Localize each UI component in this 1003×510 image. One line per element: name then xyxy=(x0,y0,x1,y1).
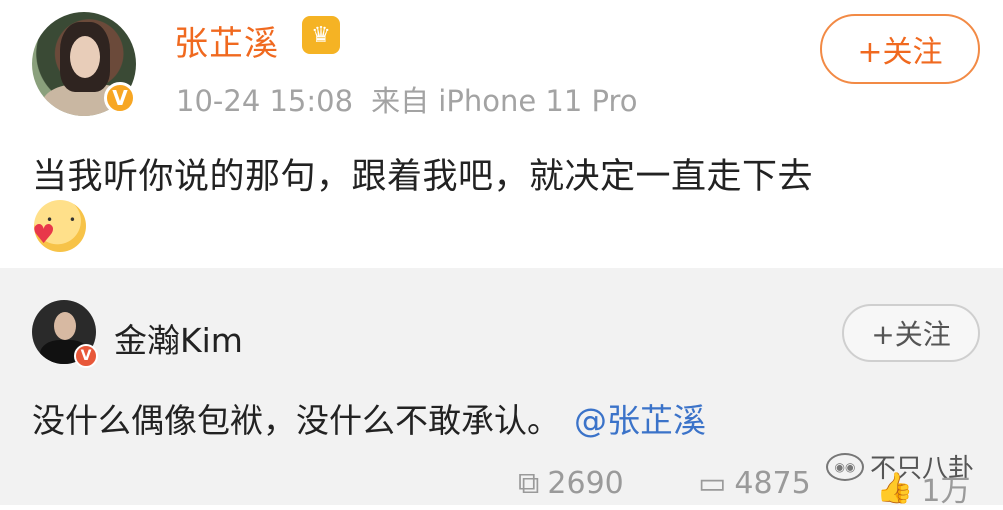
post-text: 当我听你说的那句，跟着我吧，就决定一直走下去 xyxy=(32,157,814,197)
follow-button[interactable]: +关注 xyxy=(820,14,980,84)
author-name[interactable]: 张芷溪 xyxy=(174,16,279,65)
reposted-content[interactable]: V 金瀚Kim +关注 没什么偶像包袱，没什么不敢承认。 @张芷溪 ◉◉ 不只八卦… xyxy=(0,268,1003,509)
action-bar: ⧉ 2690 ▭ 4875 👍 1万 xyxy=(0,466,1003,509)
repost-text: 没什么偶像包袱，没什么不敢承认。 @张芷溪 xyxy=(32,394,706,442)
weibo-post: V 张芷溪 ♛ 10-24 15:08 来自 iPhone 11 Pro +关注 … xyxy=(0,0,1003,268)
verified-v-icon: V xyxy=(74,344,98,368)
like-count: 1万 xyxy=(921,474,971,509)
crown-icon[interactable]: ♛ xyxy=(302,16,340,54)
repost-count: 2690 xyxy=(547,466,624,501)
like-action[interactable]: 👍 1万 xyxy=(876,466,970,510)
mention-link[interactable]: @张芷溪 xyxy=(574,401,706,440)
repost-follow-button[interactable]: +关注 xyxy=(842,304,980,362)
repost-action[interactable]: ⧉ 2690 xyxy=(518,466,624,501)
post-timestamp: 10-24 15:08 xyxy=(176,84,354,118)
post-source: 来自 iPhone 11 Pro xyxy=(371,84,638,118)
thumbs-up-icon: 👍 xyxy=(876,470,914,506)
comment-icon: ▭ xyxy=(698,466,727,501)
comment-action[interactable]: ▭ 4875 xyxy=(698,466,811,501)
post-meta: 10-24 15:08 来自 iPhone 11 Pro xyxy=(176,78,656,120)
repost-author-name[interactable]: 金瀚Kim xyxy=(114,314,243,362)
blush-heart-emoji-icon: • • ♥ xyxy=(32,200,86,252)
verified-v-icon: V xyxy=(104,82,136,114)
repost-icon: ⧉ xyxy=(518,466,540,501)
repost-body: 没什么偶像包袱，没什么不敢承认。 xyxy=(32,401,560,440)
comment-count: 4875 xyxy=(734,466,811,501)
